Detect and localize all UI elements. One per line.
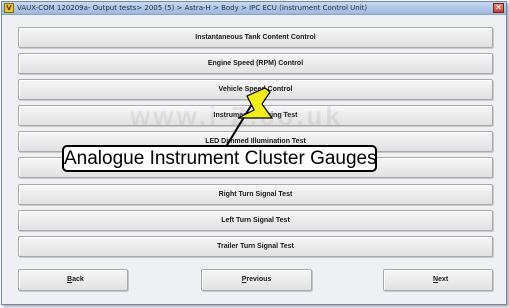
app-logo-icon: V	[4, 3, 14, 13]
test-button-trailer-turn-signal[interactable]: Trailer Turn Signal Test	[18, 236, 493, 257]
previous-label: revious	[246, 276, 272, 283]
callout-label: Analogue Instrument Cluster Gauges	[62, 145, 377, 172]
back-label: ack	[72, 276, 84, 283]
test-button-instantaneous-tank-content[interactable]: Instantaneous Tank Content Control	[18, 27, 493, 48]
watermark: www.i-Z.co.uk	[130, 101, 343, 131]
next-button[interactable]: Next	[383, 269, 493, 291]
test-button-left-turn-signal[interactable]: Left Turn Signal Test	[18, 210, 493, 231]
test-button-vehicle-speed[interactable]: Vehicle Speed Control	[18, 79, 493, 100]
window-title: VAUX-COM 120209a- Output tests> 2005 (5)…	[17, 3, 368, 12]
previous-button[interactable]: Previous	[201, 269, 312, 291]
close-icon[interactable]: ✕	[493, 3, 504, 13]
test-button-engine-speed[interactable]: Engine Speed (RPM) Control	[18, 53, 493, 74]
back-button[interactable]: Back	[18, 269, 128, 291]
title-bar: V VAUX-COM 120209a- Output tests> 2005 (…	[2, 2, 506, 15]
test-button-right-turn-signal[interactable]: Right Turn Signal Test	[18, 184, 493, 205]
next-label: ext	[438, 276, 449, 283]
